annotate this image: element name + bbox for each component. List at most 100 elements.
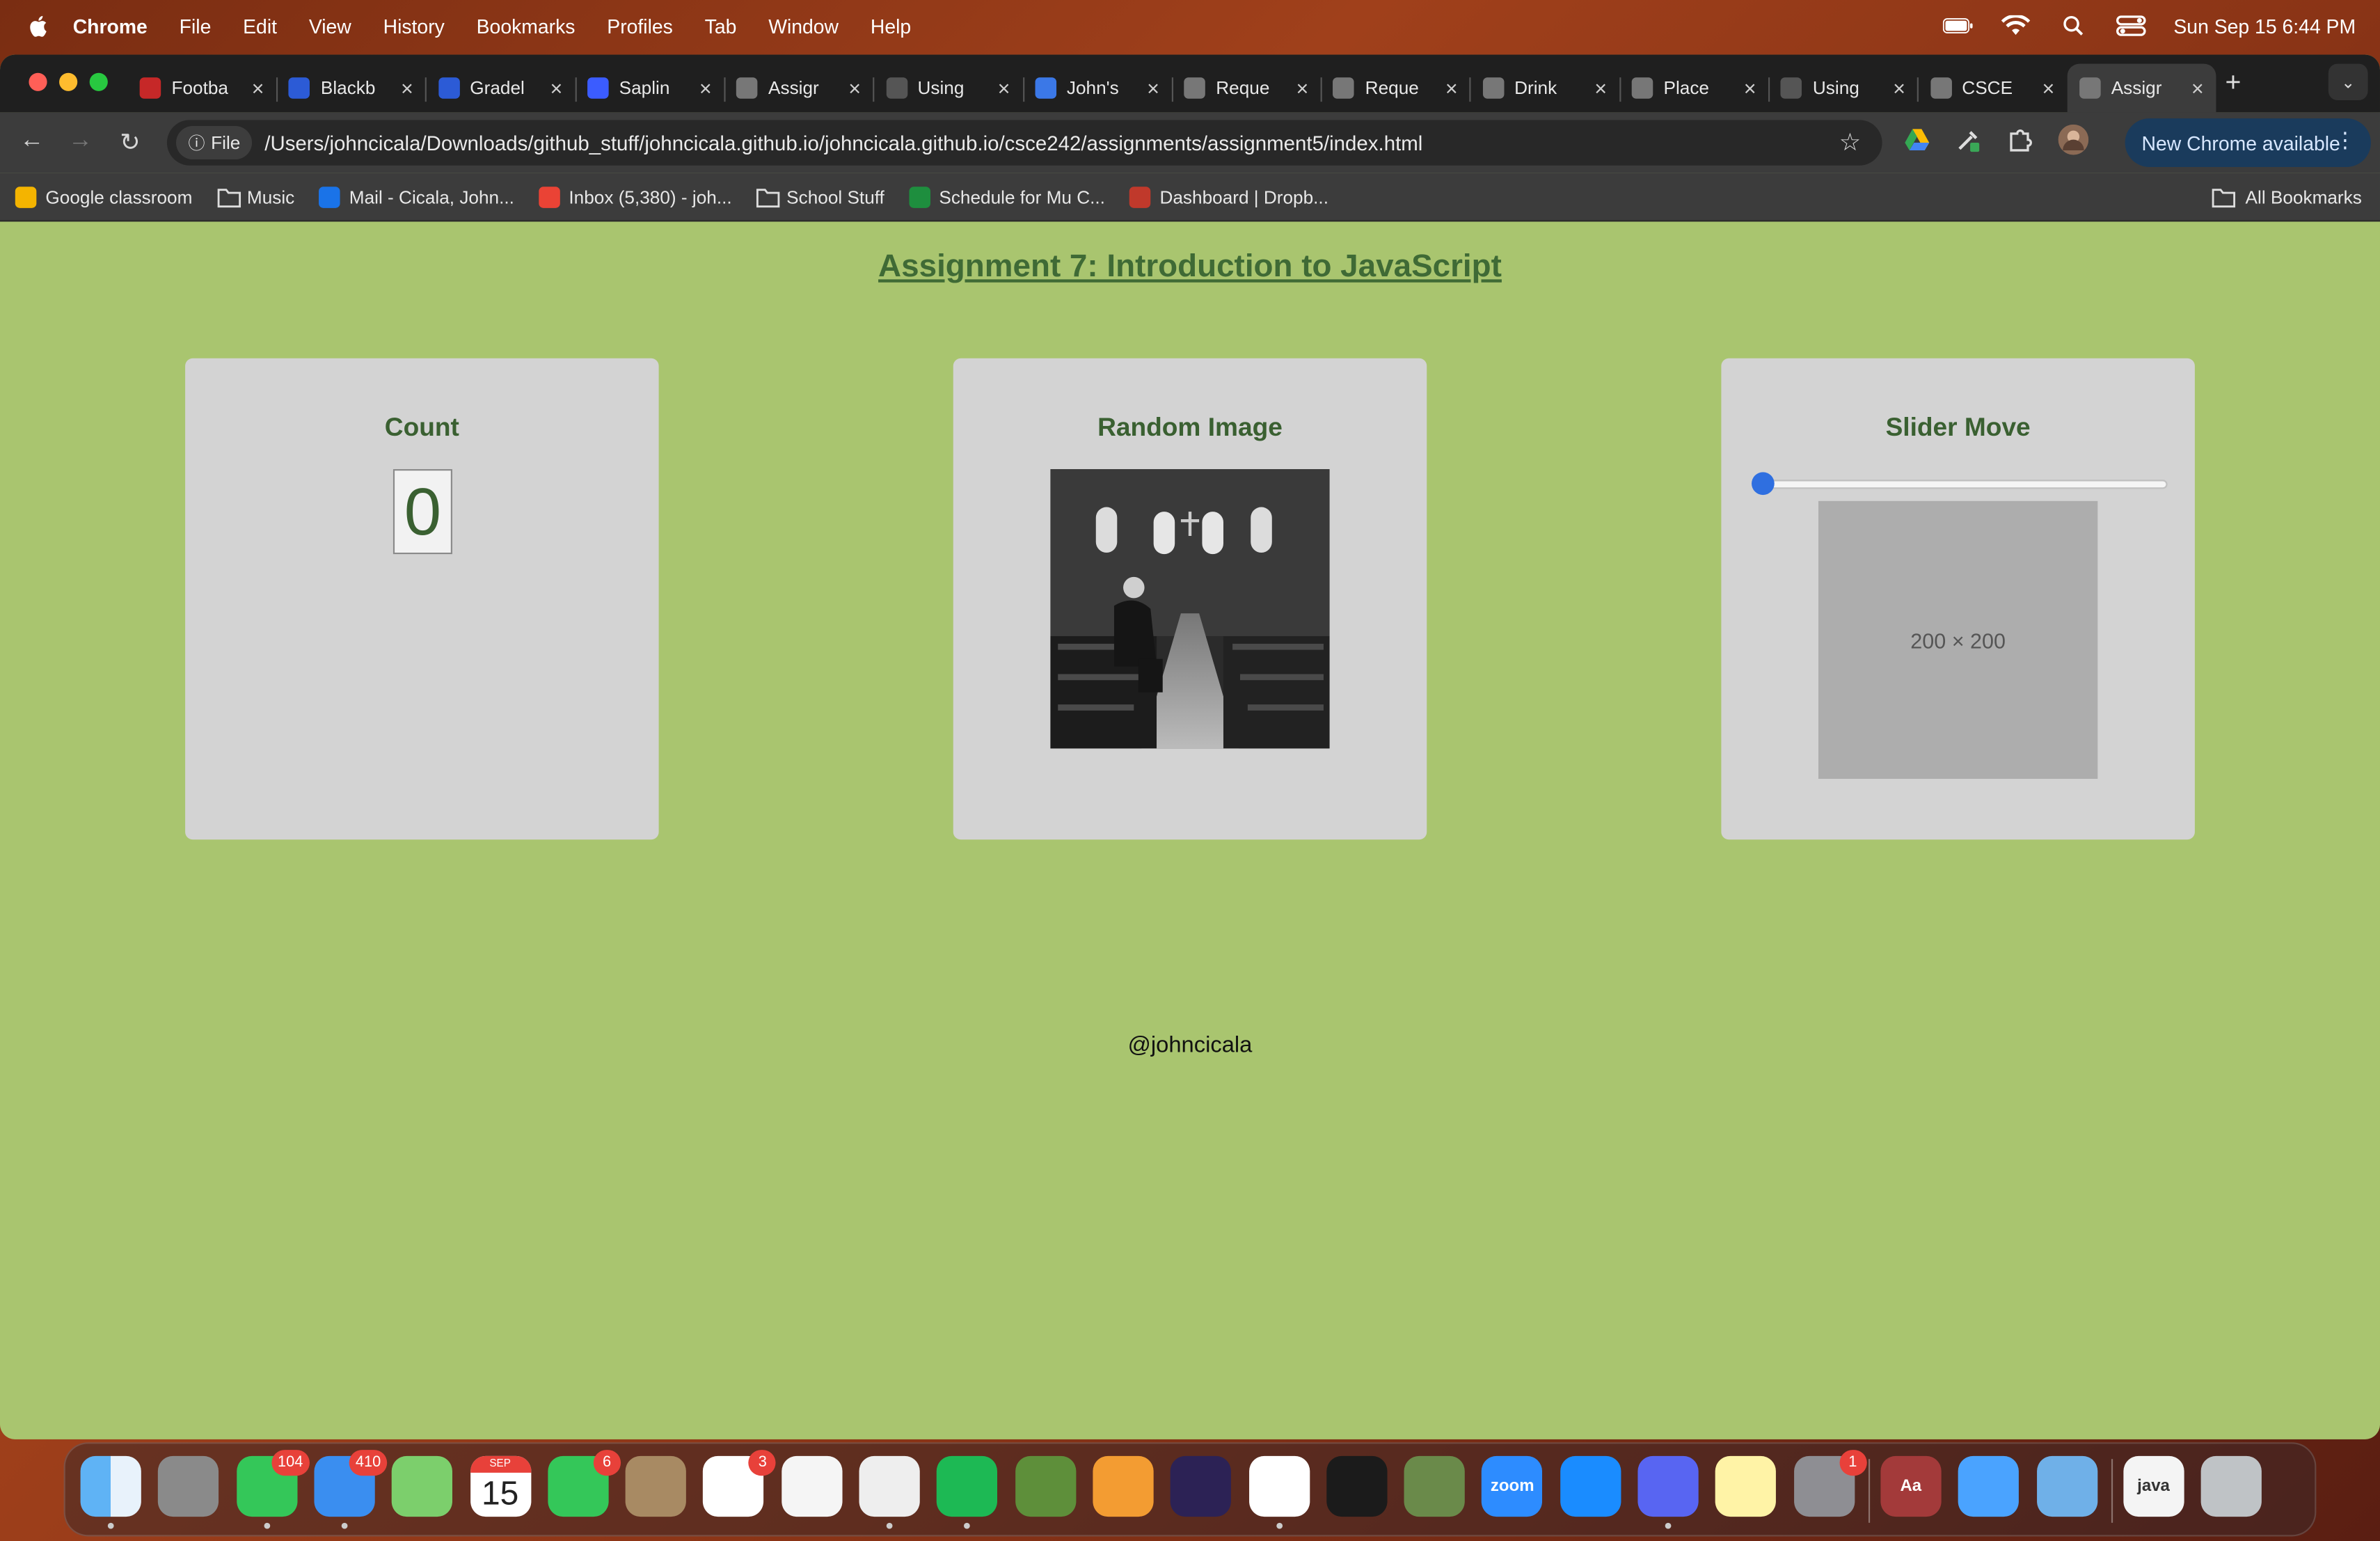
tab-1[interactable]: Footba × — [127, 64, 278, 113]
wifi-icon[interactable] — [2001, 15, 2031, 37]
slider-track[interactable] — [1757, 480, 2168, 489]
chess-icon[interactable] — [1404, 1455, 1465, 1517]
menu-window[interactable]: Window — [768, 15, 839, 38]
google-drive-icon[interactable] — [1903, 126, 1930, 153]
java-file-icon[interactable]: java — [2123, 1455, 2184, 1517]
close-tab-icon[interactable]: × — [699, 76, 712, 100]
trash-icon[interactable] — [2200, 1455, 2262, 1517]
bookmark-7[interactable]: Dashboard | Dropb... — [1129, 186, 1328, 207]
tab-search-chevron-icon[interactable]: ⌄ — [2328, 63, 2368, 100]
eclipse-icon[interactable] — [1171, 1455, 1232, 1517]
tab-13[interactable]: CSCE × — [1918, 64, 2067, 113]
close-tab-icon[interactable]: × — [1744, 76, 1756, 100]
terminal-icon[interactable] — [1326, 1455, 1388, 1517]
chrome-icon[interactable] — [859, 1455, 920, 1529]
close-tab-icon[interactable]: × — [252, 76, 264, 100]
weather-icon[interactable] — [1958, 1455, 2020, 1517]
address-bar[interactable]: ⓘ File /Users/johncicala/Downloads/githu… — [166, 120, 1882, 166]
messages-icon[interactable]: 104 — [236, 1450, 310, 1529]
discord-icon[interactable] — [1637, 1455, 1699, 1529]
pages-icon[interactable] — [1093, 1455, 1154, 1517]
tab-2[interactable]: Blackb × — [277, 64, 427, 113]
tab-9[interactable]: Reque × — [1321, 64, 1472, 113]
menu-tab[interactable]: Tab — [705, 15, 737, 38]
network-globe-icon[interactable] — [2036, 1455, 2097, 1517]
reminders-icon[interactable]: 3 — [703, 1450, 777, 1517]
zoom-window-button[interactable] — [89, 72, 108, 91]
reload-icon[interactable]: ↻ — [120, 127, 140, 158]
contacts-icon[interactable] — [625, 1455, 687, 1517]
tab-5[interactable]: Assigr × — [724, 64, 875, 113]
control-center-icon[interactable] — [2116, 15, 2147, 37]
menu-edit[interactable]: Edit — [243, 15, 277, 38]
close-tab-icon[interactable]: × — [2191, 76, 2204, 100]
tab-8[interactable]: Reque × — [1172, 64, 1322, 113]
tab-14[interactable]: Assigr × — [2067, 63, 2216, 113]
calendar-icon[interactable]: SEP 15 — [470, 1455, 531, 1517]
tab-10[interactable]: Drink × — [1470, 64, 1621, 113]
close-tab-icon[interactable]: × — [401, 76, 413, 100]
bookmark-1[interactable]: Google classroom — [15, 186, 192, 207]
close-window-button[interactable] — [29, 72, 47, 91]
eyedropper-extension-icon[interactable] — [1955, 126, 1982, 153]
bookmark-4[interactable]: Inbox (5,380) - joh... — [538, 186, 732, 207]
minimize-window-button[interactable] — [59, 72, 78, 91]
menu-profiles[interactable]: Profiles — [607, 15, 673, 38]
photos-icon[interactable] — [781, 1455, 842, 1517]
zoom-icon[interactable]: zoom — [1482, 1455, 1543, 1517]
count-display[interactable]: 0 — [392, 469, 452, 555]
footer-handle[interactable]: @johncicala — [0, 1032, 2380, 1058]
close-tab-icon[interactable]: × — [550, 76, 562, 100]
app-store-icon[interactable] — [1560, 1455, 1621, 1517]
close-tab-icon[interactable]: × — [1594, 76, 1607, 100]
finder-icon[interactable] — [80, 1455, 141, 1529]
bookmark-6[interactable]: Schedule for Mu C... — [908, 186, 1105, 207]
tab-12[interactable]: Using × — [1769, 64, 1919, 113]
game-icon[interactable] — [1015, 1455, 1076, 1517]
close-tab-icon[interactable]: × — [2042, 76, 2054, 100]
dictionary-icon[interactable]: Aa — [1880, 1455, 1942, 1517]
site-info-chip[interactable]: ⓘ File — [176, 126, 253, 160]
tab-6[interactable]: Using × — [873, 64, 1024, 113]
launchpad-icon[interactable] — [158, 1455, 219, 1517]
spotlight-search-icon[interactable] — [2058, 15, 2089, 37]
vscode-icon[interactable] — [1248, 1455, 1310, 1529]
forward-arrow-icon[interactable]: → — [68, 127, 93, 155]
notes-icon[interactable] — [1715, 1455, 1777, 1517]
close-tab-icon[interactable]: × — [1147, 76, 1159, 100]
menu-app-name[interactable]: Chrome — [73, 15, 148, 38]
close-tab-icon[interactable]: × — [1445, 76, 1458, 100]
apple-icon[interactable] — [27, 14, 51, 38]
close-tab-icon[interactable]: × — [998, 76, 1010, 100]
menu-bookmarks[interactable]: Bookmarks — [477, 15, 576, 38]
bookmark-2[interactable]: Music — [216, 186, 294, 207]
close-tab-icon[interactable]: × — [1893, 76, 1905, 100]
back-arrow-icon[interactable]: ← — [19, 127, 44, 155]
all-bookmarks-button[interactable]: All Bookmarks — [2212, 186, 2362, 207]
battery-icon[interactable] — [1942, 15, 1974, 37]
bookmark-star-icon[interactable]: ☆ — [1839, 127, 1861, 158]
menu-clock[interactable]: Sun Sep 15 6:44 PM — [2173, 15, 2356, 38]
tab-11[interactable]: Place × — [1619, 64, 1770, 113]
tab-3[interactable]: Gradel × — [426, 64, 576, 113]
url-text[interactable]: /Users/johncicala/Downloads/github_stuff… — [264, 132, 1422, 155]
menu-history[interactable]: History — [383, 15, 445, 38]
bookmark-3[interactable]: Mail - Cicala, John... — [319, 186, 514, 207]
bookmark-5[interactable]: School Stuff — [756, 186, 884, 207]
slider-thumb[interactable] — [1752, 472, 1775, 496]
menu-file[interactable]: File — [180, 15, 212, 38]
kebab-menu-icon[interactable]: ⋮ — [2335, 127, 2356, 153]
mail-icon[interactable]: 410 — [314, 1450, 387, 1529]
new-tab-button[interactable]: + — [2226, 67, 2242, 99]
close-tab-icon[interactable]: × — [848, 76, 861, 100]
close-tab-icon[interactable]: × — [1296, 76, 1308, 100]
extensions-puzzle-icon[interactable] — [2006, 126, 2033, 153]
new-chrome-available-button[interactable]: New Chrome available ⋮ — [2125, 118, 2371, 167]
maps-icon[interactable] — [392, 1455, 453, 1517]
settings-icon[interactable]: 1 — [1793, 1450, 1866, 1517]
profile-avatar[interactable] — [2058, 124, 2089, 155]
tab-7[interactable]: John's × — [1023, 64, 1173, 113]
menu-view[interactable]: View — [309, 15, 351, 38]
random-church-photo[interactable] — [1050, 469, 1330, 749]
facetime-icon[interactable]: 6 — [547, 1450, 621, 1517]
